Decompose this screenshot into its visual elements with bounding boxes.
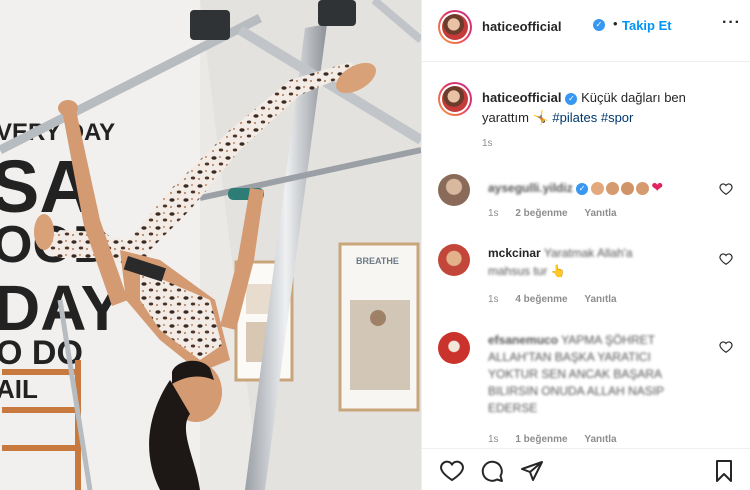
poster-label: BREATHE [356, 256, 399, 266]
reply-button[interactable]: Yanıtla [584, 434, 616, 445]
comment-likes[interactable]: 2 beğenme [515, 208, 567, 219]
comment-meta: 1s 1 beğenme Yanıtla [488, 434, 631, 445]
verified-badge-icon: ✓ [593, 19, 605, 31]
post-side-panel: haticeofficial ✓ • Takip Et ··· haticeof… [421, 0, 750, 490]
commenter-username[interactable]: mckcinar [488, 246, 541, 260]
save-bookmark-icon[interactable] [712, 459, 736, 483]
comment-line-1: YAPMA ŞÖHRET [561, 333, 655, 347]
caption-username[interactable]: haticeofficial [482, 90, 561, 105]
caption-line-2: yarattım [482, 110, 529, 125]
caption-time[interactable]: 1s [482, 138, 493, 149]
verified-badge-icon: ✓ [565, 92, 578, 105]
commenter-username[interactable]: efsanemuco [488, 333, 558, 347]
post-header: haticeofficial ✓ • Takip Et ··· [422, 0, 750, 62]
comment-body: mckcinar Yaratmak Allah'a mahsus tur 👆 [488, 244, 716, 280]
caption-line-1: Küçük dağları ben [581, 90, 686, 105]
reply-button[interactable]: Yanıtla [584, 208, 616, 219]
post-photo[interactable]: VERY DAY SA OOD DAY O DO AIL BREATHE [0, 0, 421, 490]
comment-likes[interactable]: 4 beğenme [515, 294, 567, 305]
comment-line-2: ALLAH'TAN BAŞKA YARATICI [488, 350, 651, 364]
caption-avatar[interactable] [438, 82, 472, 116]
comment-like-heart-icon[interactable] [719, 252, 733, 266]
comment-line-2: mahsus tur [488, 264, 548, 278]
commenter-avatar[interactable] [438, 332, 470, 364]
share-paper-plane-icon[interactable] [520, 459, 544, 483]
comment-meta: 1s 2 beğenme Yanıtla [488, 208, 631, 219]
caption-emoji: 🤸 [532, 110, 549, 125]
clap-emoji-icon [591, 182, 605, 196]
like-heart-icon[interactable] [440, 459, 464, 483]
red-heart-emoji-icon: ❤ [651, 179, 664, 195]
clap-emoji-icon [636, 182, 650, 196]
commenter-avatar[interactable] [438, 244, 470, 276]
separator-dot: • [613, 16, 618, 31]
hashtag-spor[interactable]: #spor [601, 110, 634, 125]
instagram-post: VERY DAY SA OOD DAY O DO AIL BREATHE [0, 0, 750, 490]
hashtag-pilates[interactable]: #pilates [552, 110, 597, 125]
comment-bubble-icon[interactable] [480, 459, 504, 483]
clamp-right [318, 0, 356, 26]
clamp-left [190, 10, 230, 40]
comment-time[interactable]: 1s [488, 208, 499, 219]
comment-like-heart-icon[interactable] [719, 182, 733, 196]
verified-badge-icon: ✓ [576, 182, 589, 195]
more-options-icon[interactable]: ··· [722, 14, 741, 32]
post-action-bar [422, 448, 750, 490]
wall-poster-right: BREATHE [338, 242, 420, 412]
comment-line-5: EDERSE [488, 401, 538, 415]
comment-body: efsanemuco YAPMA ŞÖHRET ALLAH'TAN BAŞKA … [488, 332, 716, 417]
comment-likes[interactable]: 1 beğenme [515, 434, 567, 445]
comment-meta: 1s 4 beğenme Yanıtla [488, 294, 631, 305]
clap-emoji-icon [606, 182, 620, 196]
caption-text: haticeofficial ✓ Küçük dağları ben yaratt… [482, 88, 732, 128]
comment-time[interactable]: 1s [488, 434, 499, 445]
follow-button[interactable]: Takip Et [622, 18, 672, 33]
comment-line-1: Yaratmak Allah'a [543, 246, 633, 260]
clap-emoji-icon [621, 182, 635, 196]
comment-line-4: BILIRSIN ONUDA ALLAH NASIP [488, 384, 665, 398]
reply-button[interactable]: Yanıtla [584, 294, 616, 305]
author-username[interactable]: haticeofficial [482, 19, 561, 34]
wall-text-6: AIL [0, 374, 38, 404]
pointing-hand-emoji-icon: 👆 [550, 264, 566, 278]
pilates-photo-illustration: VERY DAY SA OOD DAY O DO AIL BREATHE [0, 0, 421, 490]
comment-time[interactable]: 1s [488, 294, 499, 305]
commenter-avatar[interactable] [438, 174, 470, 206]
comment-body: aysegulli.yildiz ✓ ❤ [488, 178, 716, 197]
comment-like-heart-icon[interactable] [719, 340, 733, 354]
comment-line-3: YOKTUR SEN ANCAK BAŞARA [488, 367, 663, 381]
commenter-username[interactable]: aysegulli.yildiz [488, 181, 573, 195]
author-avatar[interactable] [438, 10, 472, 44]
